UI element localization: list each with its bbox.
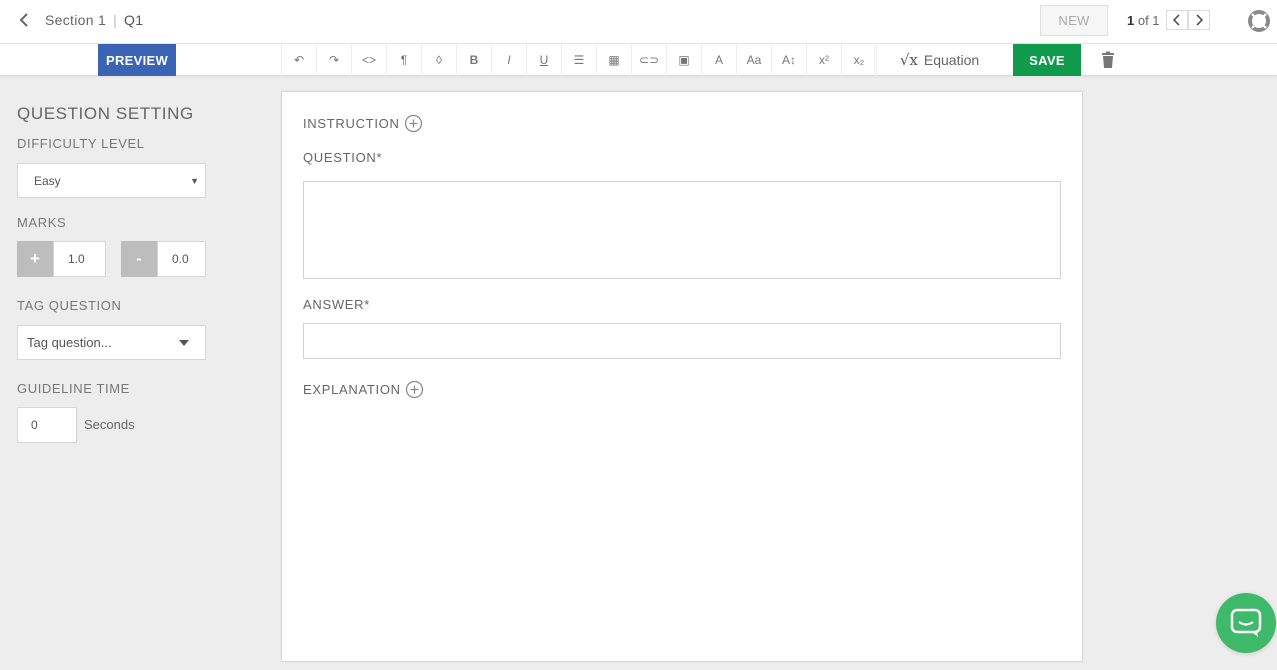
positive-marks-button[interactable]: + [17, 241, 53, 277]
preview-button[interactable]: PREVIEW [98, 44, 176, 76]
question-editor-card: INSTRUCTION QUESTION* ANSWER* EXPLANATIO… [281, 91, 1083, 662]
add-instruction-plus-icon[interactable] [404, 114, 423, 133]
seconds-unit: Seconds [84, 417, 135, 432]
link-icon[interactable]: ⊂⊃ [632, 44, 667, 76]
bullet-list-icon[interactable]: ☰ [562, 44, 597, 76]
tag-question-select[interactable]: Tag question... [17, 325, 206, 360]
equation-label: Equation [923, 52, 980, 68]
guideline-time-label: GUIDELINE TIME [17, 381, 130, 396]
difficulty-value: Easy [34, 173, 61, 188]
formatting-tools: ↶ ↷ <> ¶ ◊ B I U ☰ ▦ ⊂⊃ ▣ A Aa A↕ x² x₂ [281, 44, 877, 76]
question-editor-box[interactable] [303, 181, 1061, 279]
dropdown-triangle-icon [179, 340, 189, 346]
paragraph-icon[interactable]: ¶ [387, 44, 422, 76]
instruction-section: INSTRUCTION [303, 114, 423, 133]
section-name[interactable]: Section 1 [45, 12, 106, 28]
negative-marks-input[interactable]: 0.0 [157, 241, 206, 277]
text-color-icon[interactable]: A [702, 44, 737, 76]
dropdown-caret-icon: ▼ [190, 176, 199, 186]
back-arrow-icon[interactable] [16, 11, 32, 29]
answer-input[interactable] [303, 323, 1061, 359]
tag-placeholder: Tag question... [27, 335, 112, 350]
negative-marks-button[interactable]: - [121, 241, 157, 277]
explanation-section: EXPLANATION [303, 380, 424, 399]
chevron-left-icon [1172, 14, 1180, 26]
redo-icon[interactable]: ↷ [317, 44, 352, 76]
superscript-icon[interactable]: x² [807, 44, 842, 76]
chat-support-button[interactable] [1216, 593, 1276, 653]
tag-question-label: TAG QUESTION [17, 298, 122, 313]
question-pager: 1 of 1 [1127, 13, 1160, 28]
editor-toolbar: PREVIEW ↶ ↷ <> ¶ ◊ B I U ☰ ▦ ⊂⊃ ▣ A Aa A↕ x² x₂ √x Equat… [0, 44, 1277, 76]
save-button[interactable]: SAVE [1013, 44, 1081, 76]
new-question-button[interactable]: NEW [1040, 5, 1108, 36]
positive-marks-input[interactable]: 1.0 [53, 241, 106, 277]
code-icon[interactable]: <> [352, 44, 387, 76]
explanation-label: EXPLANATION [303, 382, 401, 397]
font-family-icon[interactable]: Aa [737, 44, 772, 76]
equation-icon: √x [899, 51, 918, 69]
add-explanation-plus-icon[interactable] [405, 380, 424, 399]
bold-icon[interactable]: B [457, 44, 492, 76]
question-label: QUESTION* [303, 150, 383, 165]
font-size-icon[interactable]: A↕ [772, 44, 807, 76]
table-icon[interactable]: ▦ [597, 44, 632, 76]
next-question-button[interactable] [1188, 10, 1210, 30]
guideline-time-input[interactable]: 0 [17, 407, 77, 443]
instruction-label: INSTRUCTION [303, 116, 400, 131]
difficulty-select[interactable]: Easy ▼ [17, 163, 206, 198]
undo-icon[interactable]: ↶ [282, 44, 317, 76]
pager-total: of 1 [1134, 13, 1160, 28]
image-icon[interactable]: ▣ [667, 44, 702, 76]
settings-title: QUESTION SETTING [17, 104, 194, 123]
breadcrumb: Section 1 | Q1 [45, 12, 143, 28]
underline-icon[interactable]: U [527, 44, 562, 76]
top-bar: Section 1 | Q1 NEW 1 of 1 [0, 0, 1277, 44]
italic-icon[interactable]: I [492, 44, 527, 76]
subscript-icon[interactable]: x₂ [842, 44, 877, 76]
equation-button[interactable]: √x Equation [874, 44, 1004, 76]
breadcrumb-separator: | [113, 12, 118, 28]
chevron-right-icon [1196, 14, 1204, 26]
question-id: Q1 [124, 12, 144, 28]
delete-trash-icon[interactable] [1099, 51, 1117, 69]
answer-label: ANSWER* [303, 297, 371, 312]
color-drop-icon[interactable]: ◊ [422, 44, 457, 76]
marks-label: MARKS [17, 215, 67, 230]
chat-bubble-icon [1230, 608, 1262, 637]
difficulty-label: DIFFICULTY LEVEL [17, 136, 145, 151]
help-lifebuoy-icon[interactable] [1248, 10, 1270, 32]
previous-question-button[interactable] [1166, 10, 1188, 30]
